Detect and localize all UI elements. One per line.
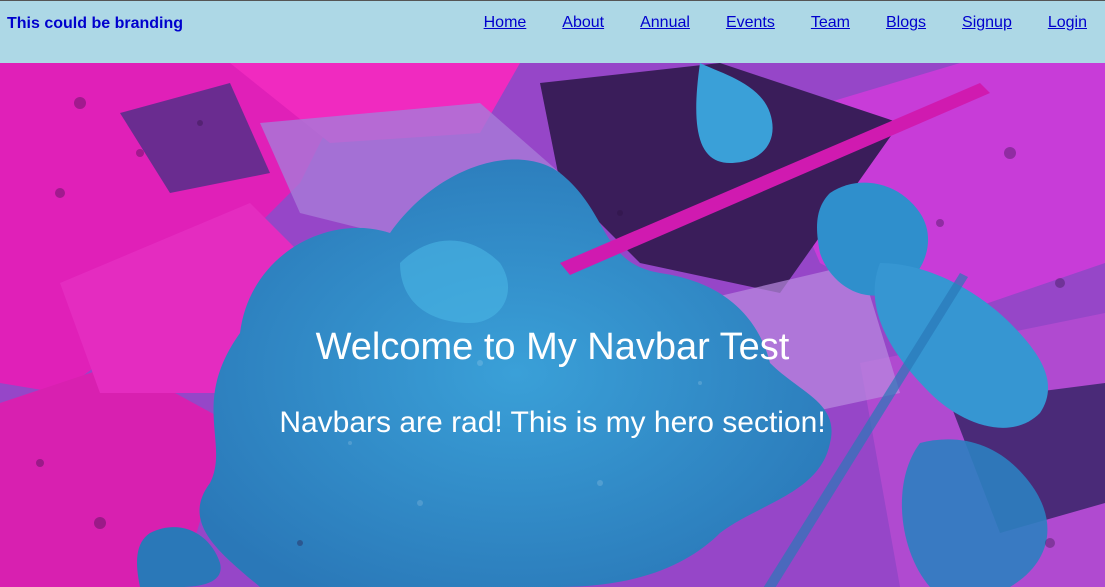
nav-link-about[interactable]: About (562, 14, 604, 31)
hero-section: Welcome to My Navbar Test Navbars are ra… (0, 63, 1105, 587)
nav-links: Home About Annual Events Team Blogs Sign… (484, 14, 1087, 32)
nav-item-team: Team (811, 14, 850, 32)
nav-link-team[interactable]: Team (811, 14, 850, 31)
nav-item-home: Home (484, 14, 527, 32)
hero-subtitle: Navbars are rad! This is my hero section… (279, 406, 826, 439)
nav-item-events: Events (726, 14, 775, 32)
nav-item-about: About (562, 14, 604, 32)
nav-item-signup: Signup (962, 14, 1012, 32)
nav-item-login: Login (1048, 14, 1087, 32)
navbar: This could be branding Home About Annual… (0, 0, 1105, 63)
nav-link-annual[interactable]: Annual (640, 14, 690, 31)
nav-item-blogs: Blogs (886, 14, 926, 32)
nav-link-signup[interactable]: Signup (962, 14, 1012, 31)
nav-link-login[interactable]: Login (1048, 14, 1087, 31)
nav-link-events[interactable]: Events (726, 14, 775, 31)
nav-link-blogs[interactable]: Blogs (886, 14, 926, 31)
nav-item-annual: Annual (640, 14, 690, 32)
brand-text[interactable]: This could be branding (7, 15, 183, 33)
nav-link-home[interactable]: Home (484, 14, 527, 31)
hero-title: Welcome to My Navbar Test (315, 326, 790, 368)
hero-background-image (0, 63, 1105, 587)
